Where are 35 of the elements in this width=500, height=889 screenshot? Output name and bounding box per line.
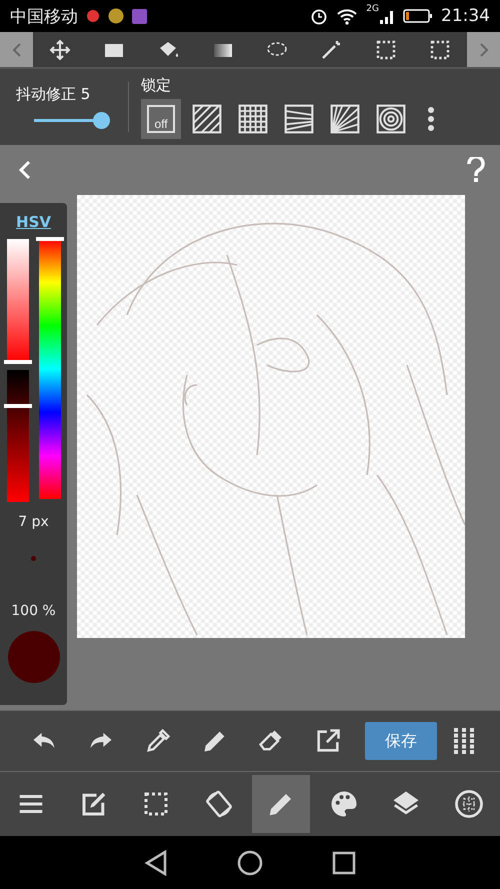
alarm-icon [310,7,328,25]
battery-icon [403,8,433,24]
wifi-icon [336,7,358,25]
carrier-name: 中国移动 [10,6,78,28]
more-options-icon[interactable] [427,106,435,132]
rotate-icon[interactable] [204,789,234,819]
home-icon[interactable] [236,850,263,876]
move-arrows-icon[interactable] [48,38,72,62]
app-notification-icon [108,8,124,24]
signal-icon [379,8,395,24]
back-icon[interactable] [144,850,168,876]
chevron-right-icon [478,42,488,56]
help-icon[interactable] [466,157,486,183]
nav-tab[interactable] [252,775,310,833]
clock-time: 21:34 [441,6,490,26]
color-mode-link[interactable]: HSV [16,213,51,231]
palette-icon[interactable] [328,789,359,819]
save-button[interactable]: 保存 [364,722,437,760]
slider-thumb[interactable] [36,237,64,241]
color-swatch[interactable] [8,631,60,683]
snap-label: 锁定 [141,76,172,94]
recents-icon[interactable] [332,850,356,874]
network-type: 2G [366,4,379,14]
slider-thumb[interactable] [4,360,32,364]
opacity-value: 100 % [11,603,56,619]
app-notification-icon [86,9,100,23]
snap-option[interactable]: off [141,98,181,138]
brush-size: 7 px [18,514,49,530]
app-notification-icon [132,8,147,24]
dotted-circle-icon[interactable] [454,789,484,819]
stabilizer-label: 抖动修正 5 [16,85,92,104]
slider-thumb[interactable] [4,404,32,408]
slider-thumb[interactable] [93,112,110,129]
grid-dots-icon[interactable] [454,728,476,754]
chevron-left-icon [12,42,22,56]
